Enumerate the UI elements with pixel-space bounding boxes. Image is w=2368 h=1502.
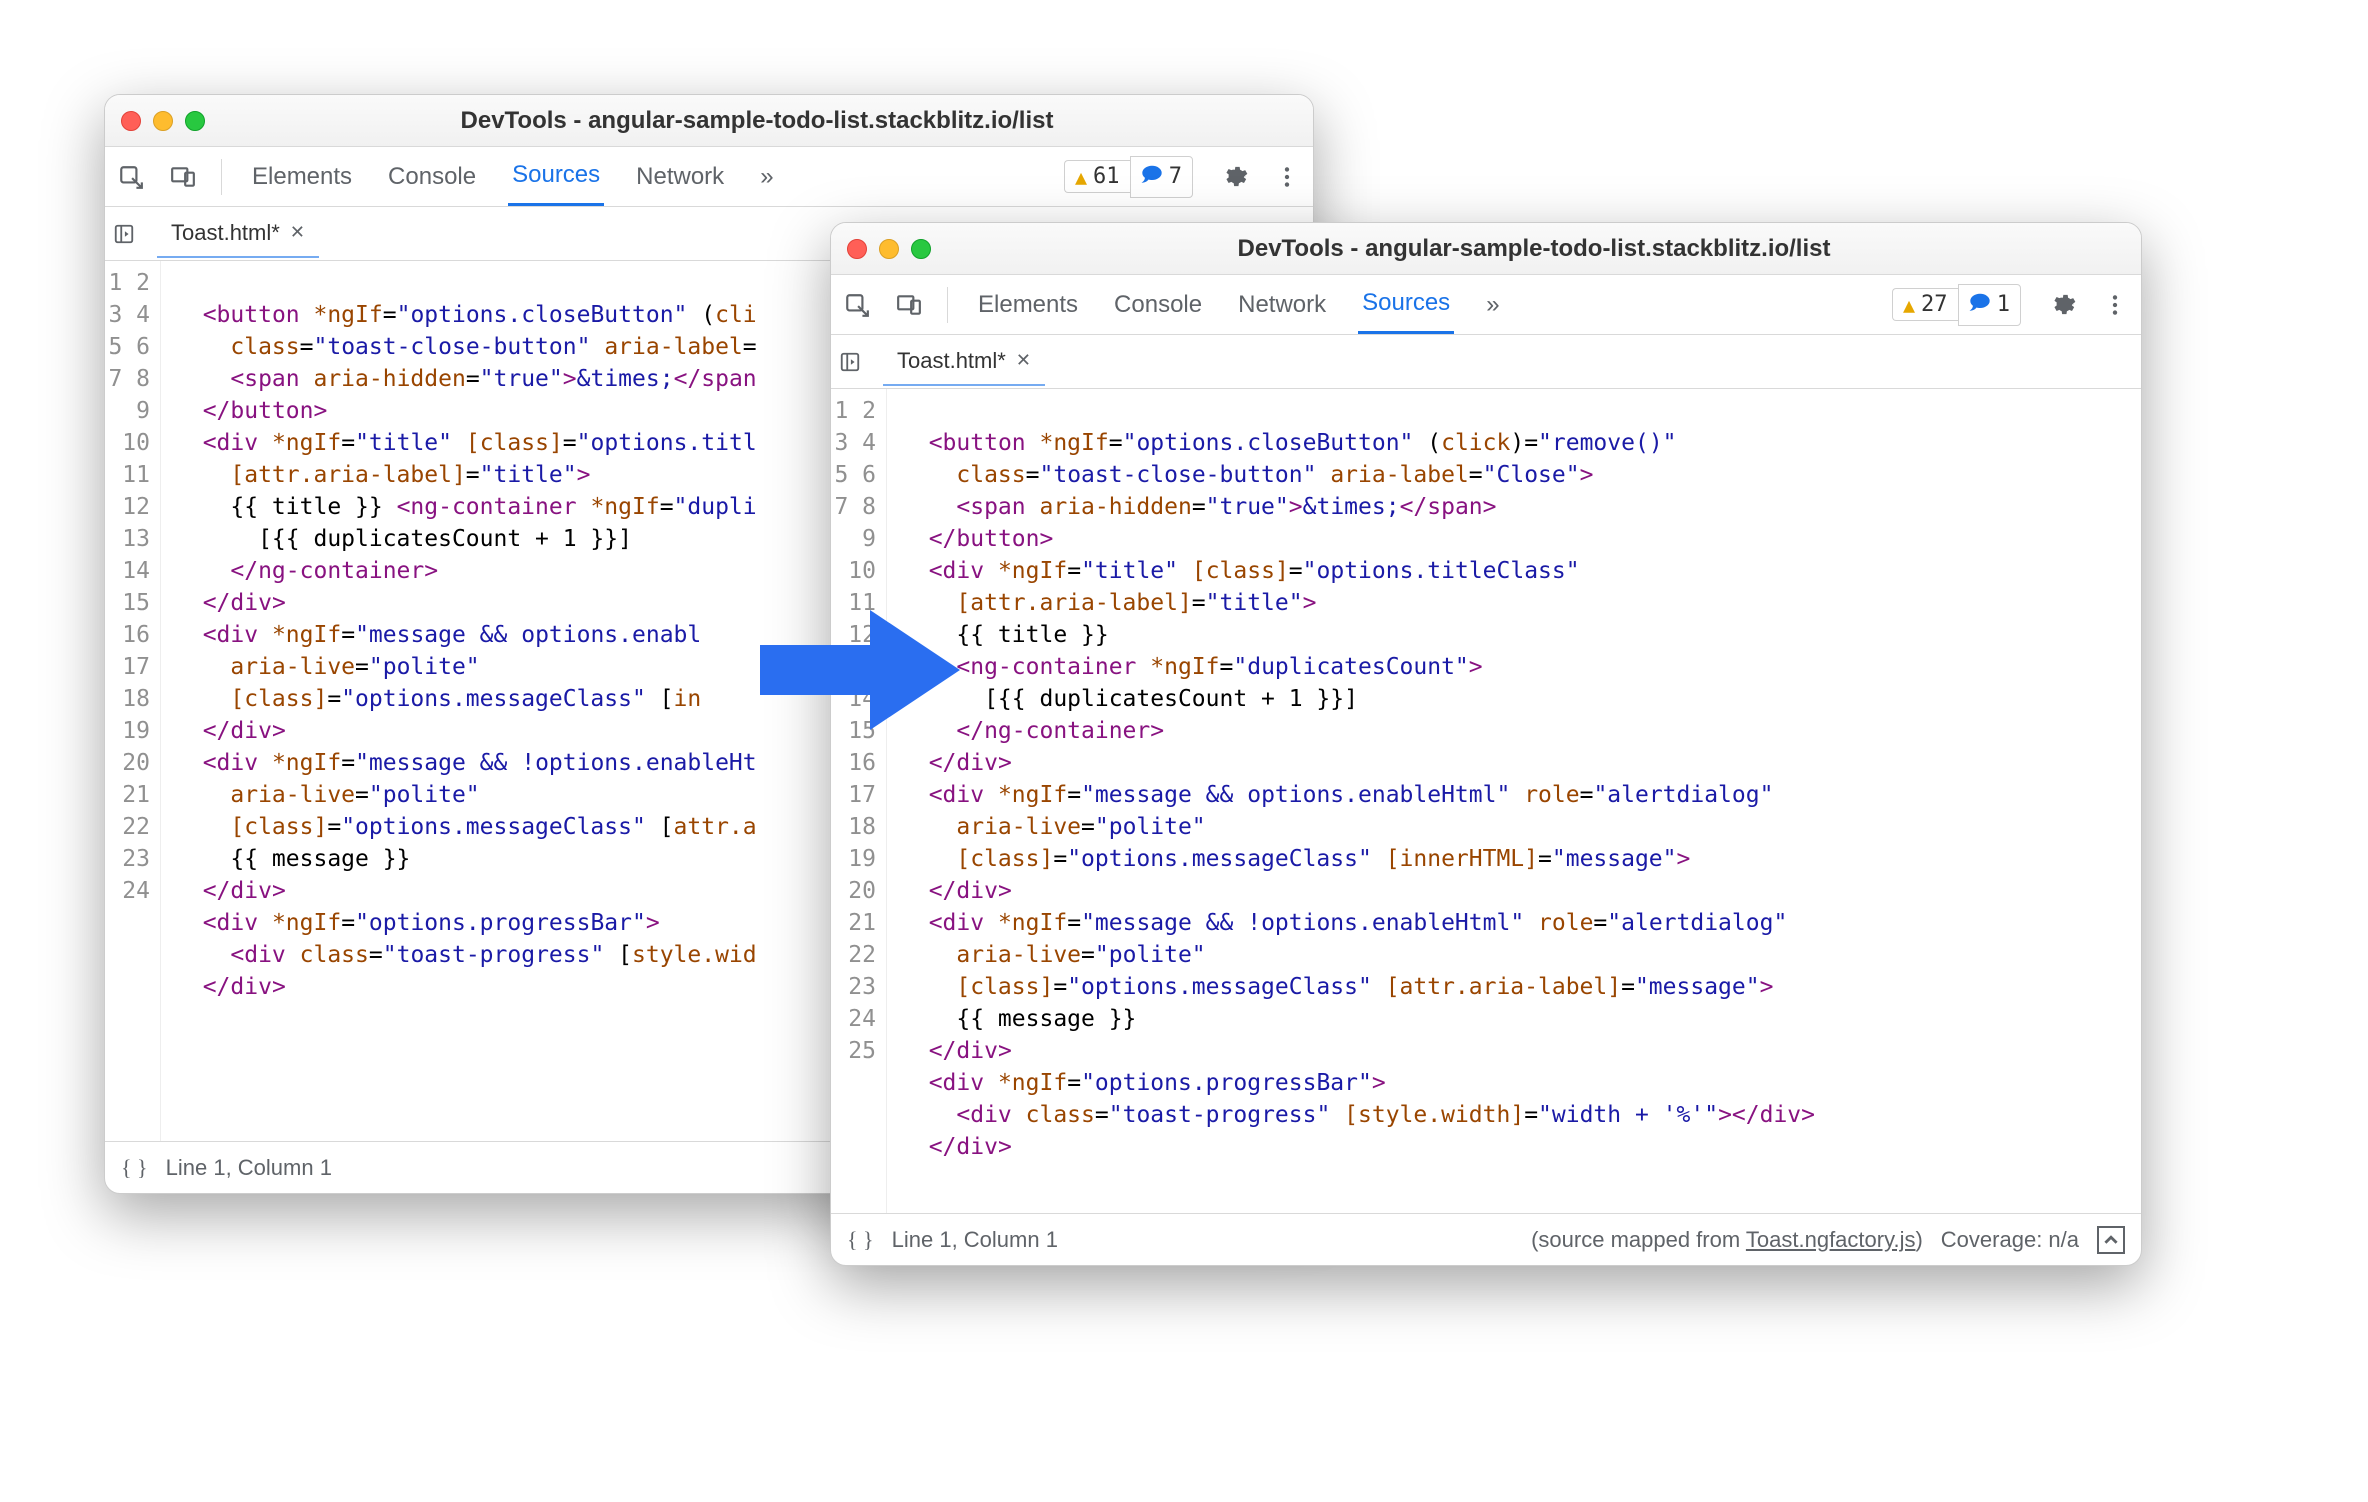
pretty-print-icon[interactable]: { }	[121, 1155, 148, 1181]
main-toolbar: Elements Console Sources Network » ▲61 🗩…	[105, 147, 1313, 207]
tab-network[interactable]: Network	[632, 149, 728, 205]
devtools-window-right: DevTools - angular-sample-todo-list.stac…	[830, 222, 2142, 1266]
issue-badges[interactable]: ▲27 🗩1	[1892, 284, 2021, 326]
file-tab[interactable]: Toast.html* ✕	[883, 338, 1045, 386]
tab-network[interactable]: Network	[1234, 277, 1330, 333]
device-toolbar-icon[interactable]	[161, 155, 205, 199]
main-toolbar: Elements Console Network Sources » ▲27 🗩…	[831, 275, 2141, 335]
more-options-icon[interactable]	[2093, 283, 2137, 327]
panel-tabs: Elements Console Network Sources »	[964, 275, 1884, 334]
tab-sources[interactable]: Sources	[508, 147, 604, 206]
line-gutter: 1 2 3 4 5 6 7 8 9 10 11 12 13 14 15 16 1…	[831, 389, 887, 1213]
panel-tabs: Elements Console Sources Network »	[238, 147, 1056, 206]
settings-icon[interactable]	[2041, 283, 2085, 327]
close-window-icon[interactable]	[847, 239, 867, 259]
message-icon: 🗩	[1969, 288, 1991, 322]
pretty-print-icon[interactable]: { }	[847, 1227, 874, 1253]
warning-icon: ▲	[1075, 165, 1087, 189]
messages-badge[interactable]: 🗩1	[1958, 284, 2021, 326]
tab-console[interactable]: Console	[384, 149, 480, 205]
show-navigator-icon[interactable]	[839, 351, 875, 373]
code-editor[interactable]: 1 2 3 4 5 6 7 8 9 10 11 12 13 14 15 16 1…	[831, 389, 2141, 1213]
message-icon: 🗩	[1141, 160, 1163, 194]
coverage-status: Coverage: n/a	[1941, 1227, 2079, 1253]
tabs-overflow-icon[interactable]: »	[1482, 277, 1503, 333]
source-mapped-from: (source mapped from Toast.ngfactory.js)	[1531, 1227, 1923, 1253]
file-tab-label: Toast.html*	[171, 220, 280, 246]
traffic-lights	[847, 239, 931, 259]
inspect-element-icon[interactable]	[109, 155, 153, 199]
maximize-window-icon[interactable]	[185, 111, 205, 131]
cursor-position: Line 1, Column 1	[166, 1155, 332, 1181]
tabs-overflow-icon[interactable]: »	[756, 149, 777, 205]
messages-badge[interactable]: 🗩7	[1130, 156, 1193, 198]
close-tab-icon[interactable]: ✕	[1016, 350, 1031, 371]
titlebar: DevTools - angular-sample-todo-list.stac…	[831, 223, 2141, 275]
settings-icon[interactable]	[1213, 155, 1257, 199]
tab-elements[interactable]: Elements	[974, 277, 1082, 333]
divider	[947, 287, 948, 323]
show-navigator-icon[interactable]	[113, 223, 149, 245]
status-bar: { } Line 1, Column 1 (source mapped from…	[831, 1213, 2141, 1265]
file-tab-label: Toast.html*	[897, 348, 1006, 374]
traffic-lights	[121, 111, 205, 131]
device-toolbar-icon[interactable]	[887, 283, 931, 327]
tab-console[interactable]: Console	[1110, 277, 1206, 333]
minimize-window-icon[interactable]	[153, 111, 173, 131]
more-options-icon[interactable]	[1265, 155, 1309, 199]
minimize-window-icon[interactable]	[879, 239, 899, 259]
source-map-link[interactable]: Toast.ngfactory.js	[1746, 1227, 1916, 1252]
collapse-drawer-icon[interactable]	[2097, 1226, 2125, 1254]
close-tab-icon[interactable]: ✕	[290, 222, 305, 243]
maximize-window-icon[interactable]	[911, 239, 931, 259]
line-gutter: 1 2 3 4 5 6 7 8 9 10 11 12 13 14 15 16 1…	[105, 261, 161, 1141]
inspect-element-icon[interactable]	[835, 283, 879, 327]
warnings-badge[interactable]: ▲61	[1064, 160, 1130, 193]
warnings-badge[interactable]: ▲27	[1892, 288, 1958, 321]
tab-sources[interactable]: Sources	[1358, 275, 1454, 334]
file-tab[interactable]: Toast.html* ✕	[157, 210, 319, 258]
cursor-position: Line 1, Column 1	[892, 1227, 1058, 1253]
code-area[interactable]: <button *ngIf="options.closeButton" (cli…	[887, 389, 2141, 1213]
file-tabs: Toast.html* ✕	[831, 335, 2141, 389]
warning-icon: ▲	[1903, 293, 1915, 317]
issue-badges[interactable]: ▲61 🗩7	[1064, 156, 1193, 198]
close-window-icon[interactable]	[121, 111, 141, 131]
titlebar: DevTools - angular-sample-todo-list.stac…	[105, 95, 1313, 147]
comparison-arrow-icon	[760, 600, 960, 740]
window-title: DevTools - angular-sample-todo-list.stac…	[943, 235, 2125, 263]
tab-elements[interactable]: Elements	[248, 149, 356, 205]
divider	[221, 159, 222, 195]
window-title: DevTools - angular-sample-todo-list.stac…	[217, 107, 1297, 135]
